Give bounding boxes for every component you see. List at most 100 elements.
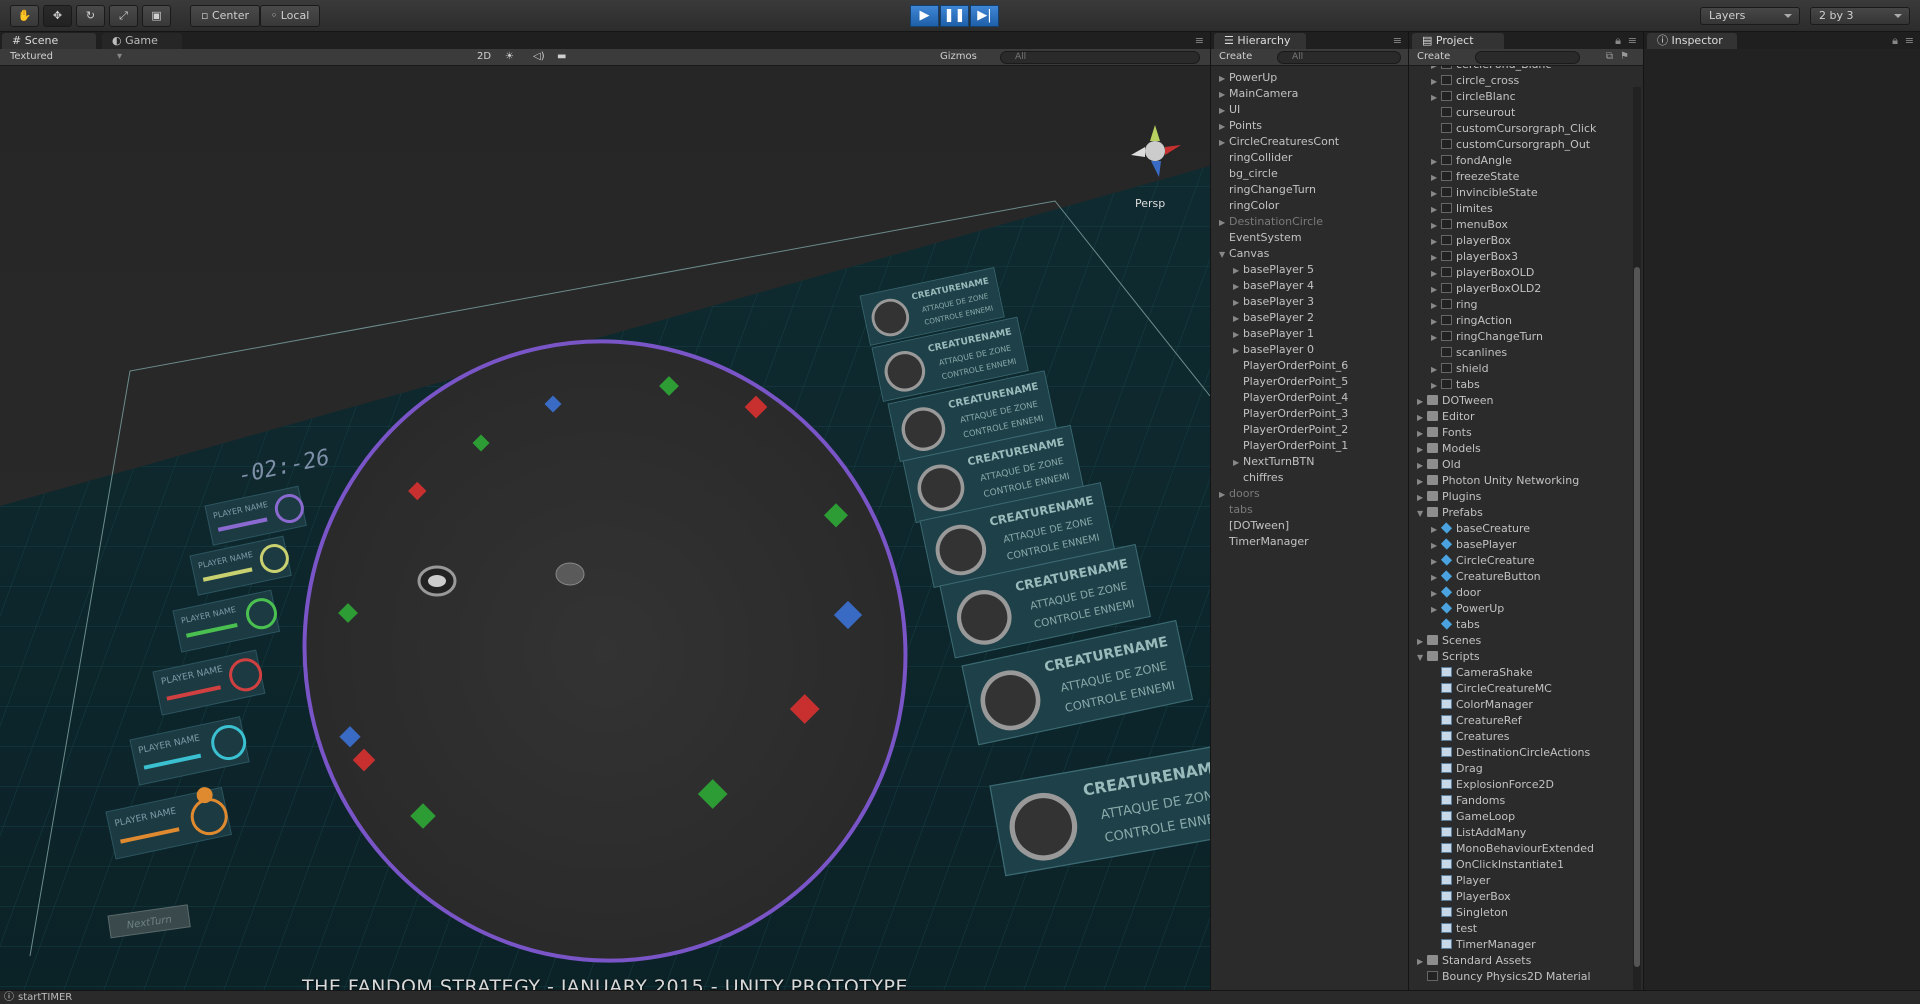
hierarchy-item[interactable]: chiffres bbox=[1211, 470, 1408, 486]
collapsed-arrow-icon[interactable]: ▶ bbox=[1431, 538, 1441, 554]
pause-button[interactable]: ❚❚ bbox=[940, 5, 969, 27]
lock-icon[interactable]: 🔒︎ bbox=[1615, 34, 1621, 48]
project-item[interactable]: ▶ playerBoxOLD bbox=[1409, 265, 1631, 281]
hierarchy-item[interactable]: PlayerOrderPoint_4 bbox=[1211, 390, 1408, 406]
project-item[interactable]: OnClickInstantiate1 bbox=[1409, 857, 1631, 873]
tab-project[interactable]: ▤ Project bbox=[1412, 33, 1504, 49]
scene-search-input[interactable]: All bbox=[1000, 51, 1200, 64]
effects-icon[interactable]: ▬ bbox=[557, 49, 566, 65]
project-item[interactable]: ▶ DOTween bbox=[1409, 393, 1631, 409]
hierarchy-item[interactable]: ▶ doors bbox=[1211, 486, 1408, 502]
hierarchy-item[interactable]: PlayerOrderPoint_1 bbox=[1211, 438, 1408, 454]
hierarchy-item[interactable]: PlayerOrderPoint_2 bbox=[1211, 422, 1408, 438]
project-item[interactable]: customCursorgraph_Out bbox=[1409, 137, 1631, 153]
project-item[interactable]: ▶ ringAction bbox=[1409, 313, 1631, 329]
collapsed-arrow-icon[interactable]: ▶ bbox=[1219, 87, 1229, 103]
project-item[interactable]: ▶ shield bbox=[1409, 361, 1631, 377]
project-item[interactable]: ▶ playerBoxOLD2 bbox=[1409, 281, 1631, 297]
project-scrollbar[interactable] bbox=[1633, 87, 1641, 990]
audio-icon[interactable]: ◁) bbox=[533, 49, 545, 65]
collapsed-arrow-icon[interactable]: ▶ bbox=[1431, 570, 1441, 586]
expanded-arrow-icon[interactable]: ▼ bbox=[1219, 247, 1229, 263]
scale-tool-button[interactable]: ⤢ bbox=[109, 5, 138, 27]
collapsed-arrow-icon[interactable]: ▶ bbox=[1417, 410, 1427, 426]
hand-tool-button[interactable]: ✋ bbox=[10, 5, 39, 27]
tab-game[interactable]: ◐ Game bbox=[102, 33, 182, 49]
status-message[interactable]: startTIMER bbox=[18, 992, 72, 1003]
collapsed-arrow-icon[interactable]: ▶ bbox=[1431, 282, 1441, 298]
expanded-arrow-icon[interactable]: ▼ bbox=[1417, 506, 1427, 522]
project-item[interactable]: ▶ Fonts bbox=[1409, 425, 1631, 441]
hierarchy-item[interactable]: ▶ basePlayer 3 bbox=[1211, 294, 1408, 310]
panel-menu-icon[interactable]: ≡ bbox=[1195, 34, 1204, 47]
hierarchy-item[interactable]: ▶ CircleCreaturesCont bbox=[1211, 134, 1408, 150]
hierarchy-item[interactable]: PlayerOrderPoint_6 bbox=[1211, 358, 1408, 374]
collapsed-arrow-icon[interactable]: ▶ bbox=[1431, 378, 1441, 394]
project-item[interactable]: ExplosionForce2D bbox=[1409, 777, 1631, 793]
collapsed-arrow-icon[interactable]: ▶ bbox=[1431, 602, 1441, 618]
project-item[interactable]: ▼ Prefabs bbox=[1409, 505, 1631, 521]
project-item[interactable]: ▶ invincibleState bbox=[1409, 185, 1631, 201]
pivot-center-button[interactable]: ▫ Center bbox=[190, 5, 260, 27]
layout-dropdown[interactable]: 2 by 3 bbox=[1810, 7, 1910, 25]
project-item[interactable]: test bbox=[1409, 921, 1631, 937]
project-item[interactable]: ListAddMany bbox=[1409, 825, 1631, 841]
project-item[interactable]: scanlines bbox=[1409, 345, 1631, 361]
lock-icon[interactable]: 🔒︎ bbox=[1892, 34, 1898, 48]
project-item[interactable]: ▶ Old bbox=[1409, 457, 1631, 473]
project-item[interactable]: ▼ Scripts bbox=[1409, 649, 1631, 665]
project-item[interactable]: Fandoms bbox=[1409, 793, 1631, 809]
collapsed-arrow-icon[interactable]: ▶ bbox=[1233, 343, 1243, 359]
hierarchy-item[interactable]: ringCollider bbox=[1211, 150, 1408, 166]
project-item[interactable]: Bouncy Physics2D Material bbox=[1409, 969, 1631, 985]
pivot-local-button[interactable]: ◦ Local bbox=[260, 5, 320, 27]
mode-2d-toggle[interactable]: 2D bbox=[477, 49, 491, 65]
project-item[interactable]: ▶ Editor bbox=[1409, 409, 1631, 425]
project-item[interactable]: ▶ ringChangeTurn bbox=[1409, 329, 1631, 345]
collapsed-arrow-icon[interactable]: ▶ bbox=[1431, 266, 1441, 282]
project-item[interactable]: ▶ playerBox bbox=[1409, 233, 1631, 249]
collapsed-arrow-icon[interactable]: ▶ bbox=[1431, 218, 1441, 234]
collapsed-arrow-icon[interactable]: ▶ bbox=[1219, 71, 1229, 87]
project-item[interactable]: Creatures bbox=[1409, 729, 1631, 745]
collapsed-arrow-icon[interactable]: ▶ bbox=[1233, 263, 1243, 279]
project-item[interactable]: PlayerBox bbox=[1409, 889, 1631, 905]
project-item[interactable]: ▶ freezeState bbox=[1409, 169, 1631, 185]
collapsed-arrow-icon[interactable]: ▶ bbox=[1431, 234, 1441, 250]
lighting-icon[interactable]: ☀ bbox=[505, 49, 514, 65]
render-mode-dropdown[interactable]: Textured bbox=[10, 49, 53, 65]
collapsed-arrow-icon[interactable]: ▶ bbox=[1417, 394, 1427, 410]
project-item[interactable]: ▶ menuBox bbox=[1409, 217, 1631, 233]
project-create-dropdown[interactable]: Create bbox=[1417, 49, 1450, 65]
collapsed-arrow-icon[interactable]: ▶ bbox=[1417, 474, 1427, 490]
hierarchy-item[interactable]: ▶ PowerUp bbox=[1211, 70, 1408, 86]
move-tool-button[interactable]: ✥ bbox=[43, 5, 72, 27]
project-item[interactable]: GameLoop bbox=[1409, 809, 1631, 825]
hierarchy-item[interactable]: ▶ NextTurnBTN bbox=[1211, 454, 1408, 470]
hierarchy-item[interactable]: EventSystem bbox=[1211, 230, 1408, 246]
project-item[interactable]: ▶ Standard Assets bbox=[1409, 953, 1631, 969]
project-item[interactable]: ▶ circle_cross bbox=[1409, 73, 1631, 89]
hierarchy-search-input[interactable]: All bbox=[1277, 51, 1401, 64]
hierarchy-item[interactable]: ▶ DestinationCircle bbox=[1211, 214, 1408, 230]
hierarchy-create-dropdown[interactable]: Create bbox=[1219, 49, 1252, 65]
project-item[interactable]: ▶ Models bbox=[1409, 441, 1631, 457]
filter-label-icon[interactable]: ⚑ bbox=[1620, 49, 1629, 65]
tab-inspector[interactable]: ⓘ Inspector bbox=[1647, 33, 1737, 49]
collapsed-arrow-icon[interactable]: ▶ bbox=[1233, 279, 1243, 295]
project-search-input[interactable] bbox=[1475, 51, 1580, 64]
project-item[interactable]: Singleton bbox=[1409, 905, 1631, 921]
collapsed-arrow-icon[interactable]: ▶ bbox=[1417, 426, 1427, 442]
collapsed-arrow-icon[interactable]: ▶ bbox=[1417, 634, 1427, 650]
collapsed-arrow-icon[interactable]: ▶ bbox=[1431, 362, 1441, 378]
filter-type-icon[interactable]: ⧉ bbox=[1606, 49, 1613, 65]
project-item[interactable]: ▶ CircleCreature bbox=[1409, 553, 1631, 569]
hierarchy-item[interactable]: PlayerOrderPoint_5 bbox=[1211, 374, 1408, 390]
project-item[interactable]: ColorManager bbox=[1409, 697, 1631, 713]
hierarchy-item[interactable]: ringChangeTurn bbox=[1211, 182, 1408, 198]
collapsed-arrow-icon[interactable]: ▶ bbox=[1417, 458, 1427, 474]
project-item[interactable]: ▶ Plugins bbox=[1409, 489, 1631, 505]
hierarchy-item[interactable]: ▶ basePlayer 2 bbox=[1211, 310, 1408, 326]
panel-menu-icon[interactable]: ≡ bbox=[1628, 34, 1637, 47]
project-item[interactable]: Player bbox=[1409, 873, 1631, 889]
